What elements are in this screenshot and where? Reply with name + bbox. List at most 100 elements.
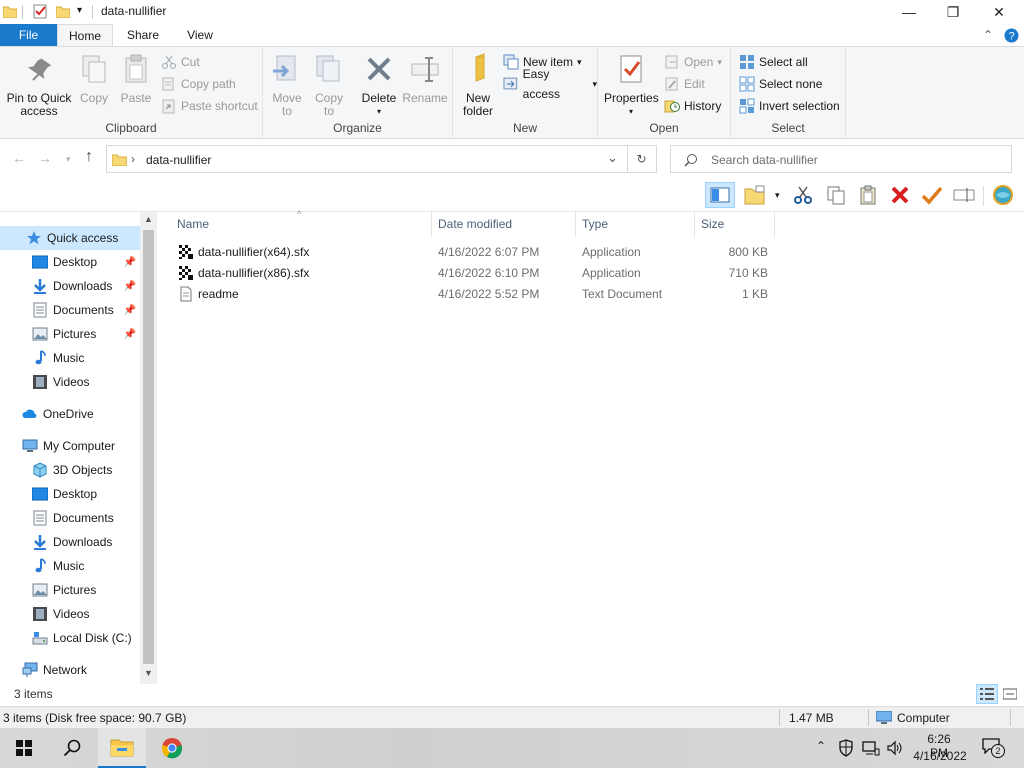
copy-button[interactable]: Copy — [76, 53, 112, 105]
refresh-button[interactable]: ↻ — [627, 145, 657, 173]
rename-icon — [411, 57, 439, 82]
volume-icon[interactable] — [886, 740, 904, 756]
tab-file[interactable]: File — [0, 24, 57, 46]
column-header-date-modified[interactable]: Date modified — [432, 212, 576, 237]
rename-tool-button[interactable] — [953, 184, 975, 206]
nav-pc-documents[interactable]: Documents — [0, 506, 140, 530]
column-header-size[interactable]: Size — [695, 212, 775, 237]
help-icon[interactable]: ? — [1004, 28, 1019, 43]
nav-qa-pictures[interactable]: Pictures 📌 — [0, 322, 140, 346]
copy-path-button[interactable]: Copy path — [161, 74, 236, 94]
select-none-button[interactable]: Select none — [739, 74, 822, 94]
file-explorer-taskbar-button[interactable] — [98, 728, 146, 768]
large-icons-view-button[interactable] — [1000, 685, 1020, 703]
maximize-button[interactable]: ❐ — [930, 0, 976, 24]
chrome-taskbar-button[interactable] — [148, 728, 196, 768]
address-dropdown-chevron-icon[interactable]: ⌄ — [607, 150, 618, 166]
nav-qa-videos[interactable]: Videos — [0, 370, 140, 394]
paste-button[interactable]: Paste — [116, 53, 156, 105]
tab-share[interactable]: Share — [114, 24, 172, 46]
network-status-icon[interactable] — [862, 740, 880, 756]
column-header-type[interactable]: Type — [576, 212, 695, 237]
file-row[interactable]: data-nullifier(x86).sfx 4/16/2022 6:10 P… — [173, 263, 773, 284]
copy-to-button[interactable]: Copy to — [311, 53, 347, 118]
chevron-down-icon[interactable]: ▾ — [775, 190, 780, 201]
show-hidden-icons-chevron-icon[interactable]: ⌃ — [816, 739, 826, 753]
cut-button[interactable]: Cut — [161, 52, 200, 72]
breadcrumb-separator-icon[interactable]: › — [131, 152, 135, 166]
forward-arrow-icon[interactable]: → — [38, 150, 52, 166]
notifications-button[interactable]: 2 — [982, 738, 1006, 758]
pin-icon[interactable]: 📌 — [124, 329, 136, 340]
scroll-down-arrow-icon[interactable]: ▼ — [144, 668, 153, 678]
chevron-up-icon[interactable]: ⌃ — [983, 28, 993, 42]
nav-quick-access[interactable]: Quick access — [0, 226, 140, 250]
pin-icon[interactable]: 📌 — [124, 281, 136, 292]
chevron-down-icon[interactable]: ▾ — [77, 5, 82, 16]
file-row[interactable]: data-nullifier(x64).sfx 4/16/2022 6:07 P… — [173, 242, 773, 263]
file-row[interactable]: readme 4/16/2022 5:52 PM Text Document 1… — [173, 284, 773, 305]
nav-pc-desktop[interactable]: Desktop — [0, 482, 140, 506]
nav-qa-downloads[interactable]: Downloads 📌 — [0, 274, 140, 298]
videos-icon — [33, 607, 47, 621]
nav-pc-downloads[interactable]: Downloads — [0, 530, 140, 554]
properties-quick-icon[interactable] — [33, 4, 48, 19]
up-arrow-icon[interactable]: ↑ — [85, 148, 93, 166]
new-folder-quick-icon[interactable] — [56, 5, 70, 18]
nav-network[interactable]: Network — [0, 658, 140, 682]
nav-pc-videos[interactable]: Videos — [0, 602, 140, 626]
tab-view[interactable]: View — [172, 24, 228, 46]
close-button[interactable]: ✕ — [976, 0, 1022, 24]
nav-pc-music[interactable]: Music — [0, 554, 140, 578]
preview-pane-button[interactable] — [705, 182, 735, 208]
select-all-button[interactable]: Select all — [739, 52, 808, 72]
nav-scrollbar[interactable]: ▲ ▼ — [140, 212, 157, 684]
new-folder-tool-button[interactable] — [744, 184, 766, 206]
nav-qa-music[interactable]: Music — [0, 346, 140, 370]
nav-qa-desktop[interactable]: Desktop 📌 — [0, 250, 140, 274]
new-folder-button[interactable]: New folder — [459, 53, 497, 118]
details-view-button[interactable] — [976, 684, 998, 704]
paste-tool-button[interactable] — [857, 184, 879, 206]
nav-onedrive[interactable]: OneDrive — [0, 402, 140, 426]
copy-tool-button[interactable] — [825, 184, 847, 206]
nav-pc-local-disk[interactable]: Local Disk (C:) — [0, 626, 140, 650]
start-button[interactable] — [0, 728, 48, 768]
search-taskbar-button[interactable] — [48, 728, 96, 768]
delete-button[interactable]: Delete ▾ — [359, 53, 399, 118]
open-button[interactable]: Open ▾ — [664, 52, 722, 72]
edit-button[interactable]: Edit — [664, 74, 705, 94]
properties-button[interactable]: Properties ▾ — [604, 53, 659, 118]
scroll-up-arrow-icon[interactable]: ▲ — [144, 214, 153, 224]
back-arrow-icon[interactable]: ← — [12, 150, 26, 166]
paste-shortcut-button[interactable]: Paste shortcut — [161, 96, 258, 116]
pin-icon[interactable]: 📌 — [124, 257, 136, 268]
history-button[interactable]: History — [664, 96, 721, 116]
recent-locations-chevron-icon[interactable]: ▾ — [66, 154, 71, 165]
scrollbar-thumb[interactable] — [143, 230, 154, 664]
properties-tool-button[interactable] — [921, 184, 943, 206]
security-shield-icon[interactable] — [838, 739, 854, 757]
clock-date[interactable]: 4/16/2022 — [910, 749, 970, 763]
invert-selection-button[interactable]: Invert selection — [739, 96, 840, 116]
select-group: Select all Select none Invert selection … — [731, 47, 846, 139]
search-input[interactable]: Search data-nullifier — [670, 145, 1012, 173]
tab-home[interactable]: Home — [57, 24, 113, 46]
folder-icon[interactable] — [3, 5, 17, 18]
address-bar[interactable]: › data-nullifier ⌄ — [106, 145, 628, 173]
minimize-button[interactable]: — — [886, 0, 932, 24]
rename-button[interactable]: Rename — [401, 53, 449, 105]
nav-pc-pictures[interactable]: Pictures — [0, 578, 140, 602]
nav-qa-documents[interactable]: Documents 📌 — [0, 298, 140, 322]
pin-icon[interactable]: 📌 — [124, 305, 136, 316]
easy-access-button[interactable]: Easy access ▾ — [503, 67, 597, 101]
cut-tool-button[interactable] — [792, 184, 814, 206]
column-header-name[interactable]: Name — [171, 212, 432, 237]
breadcrumb-folder[interactable]: data-nullifier — [146, 153, 211, 167]
nav-pc-3d-objects[interactable]: 3D Objects — [0, 458, 140, 482]
delete-tool-button[interactable] — [889, 184, 911, 206]
pin-to-quick-access-button[interactable]: Pin to Quick access — [4, 53, 74, 118]
nav-my-computer[interactable]: My Computer — [0, 434, 140, 458]
globe-tool-button[interactable] — [992, 184, 1014, 206]
move-to-button[interactable]: Move to — [269, 53, 305, 118]
